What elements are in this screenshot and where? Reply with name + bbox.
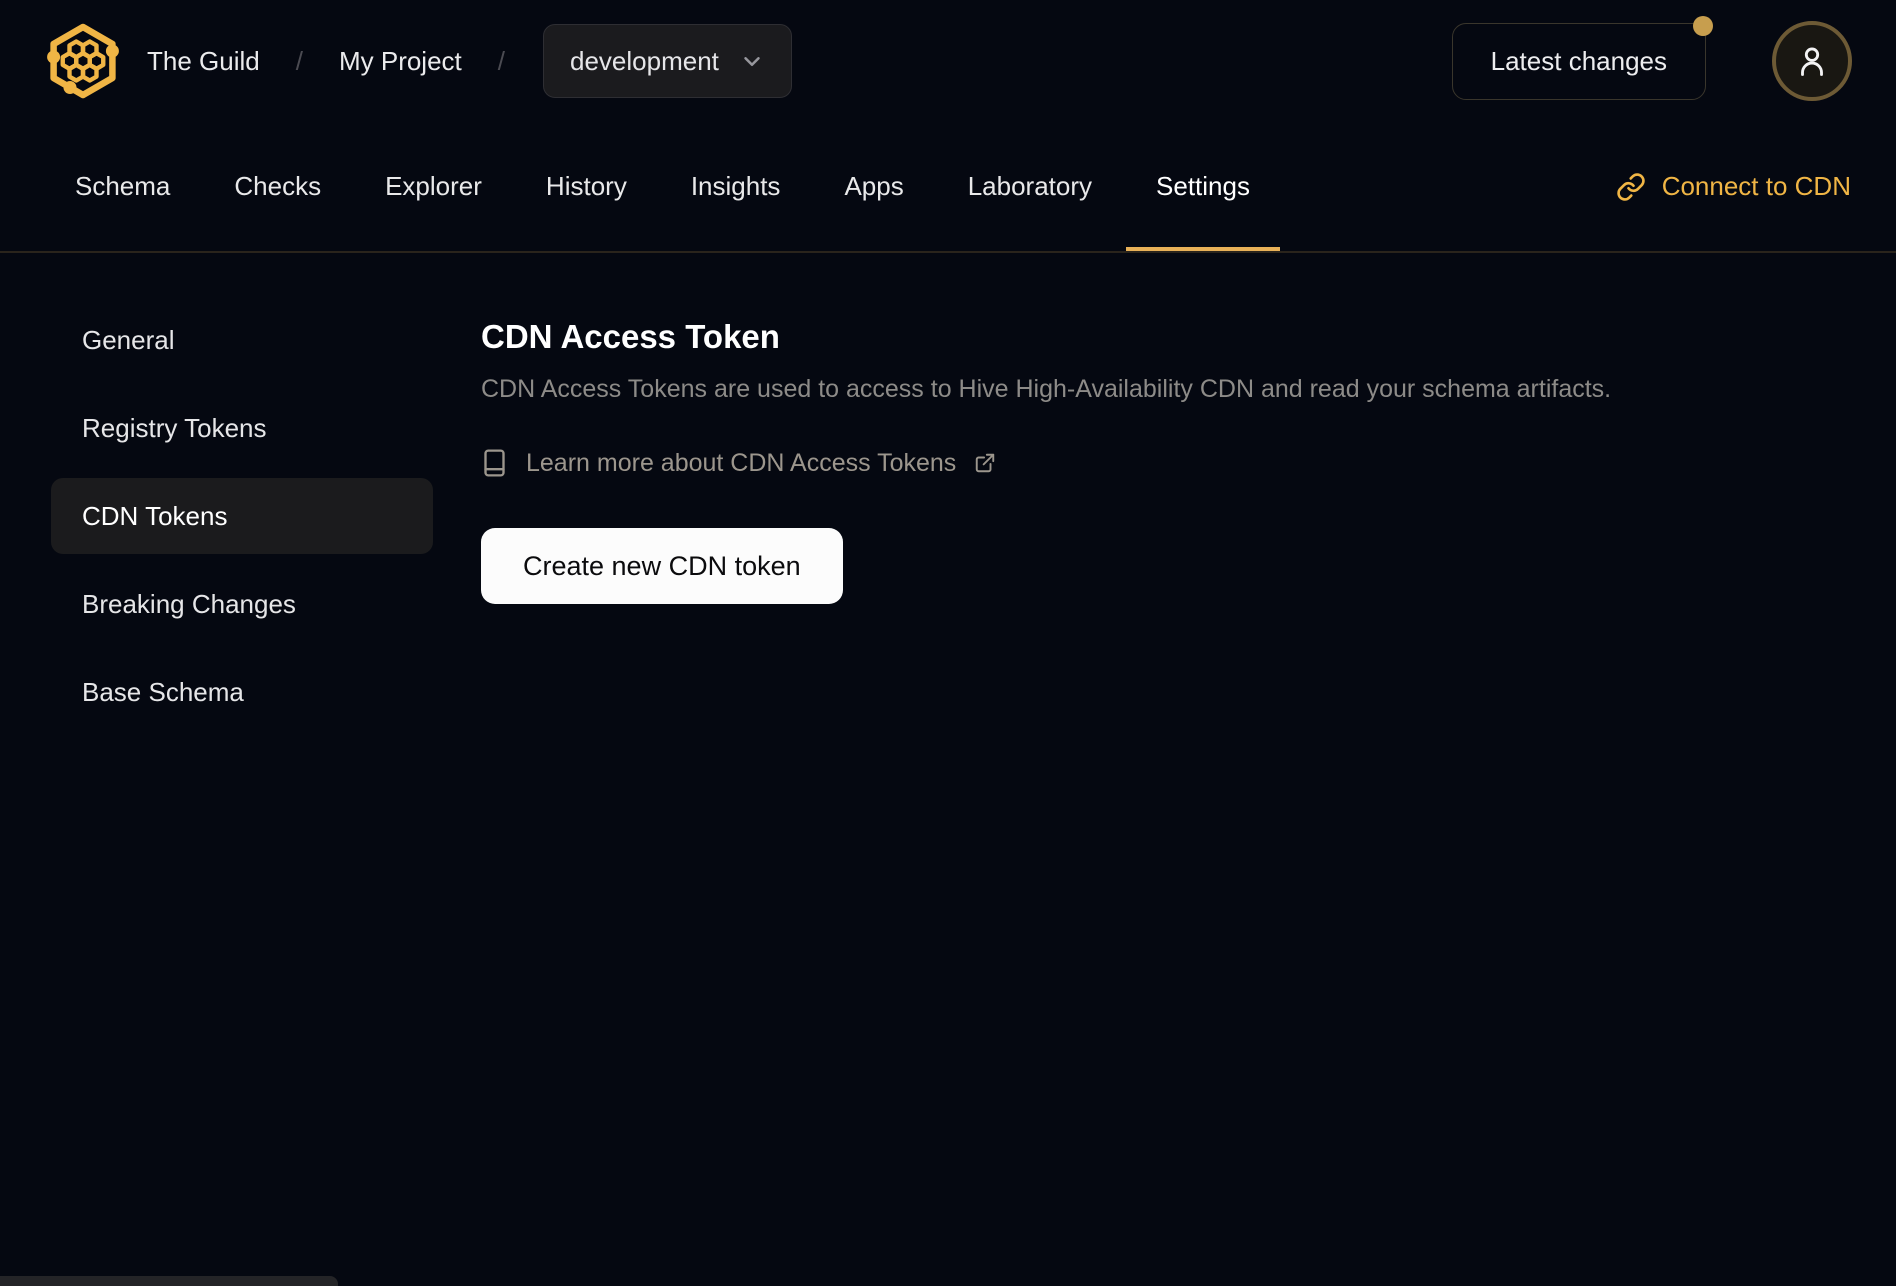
sidebar-item-breaking-changes[interactable]: Breaking Changes [51, 566, 433, 642]
bottom-overlay-bar [0, 1276, 338, 1286]
tab-insights[interactable]: Insights [661, 122, 811, 251]
sidebar-item-general[interactable]: General [51, 302, 433, 378]
learn-more-label: Learn more about CDN Access Tokens [526, 448, 957, 477]
page-description: CDN Access Tokens are used to access to … [481, 375, 1612, 403]
sidebar-item-registry-tokens[interactable]: Registry Tokens [51, 390, 433, 466]
app-root: The Guild / My Project / development Lat… [0, 0, 1896, 1286]
settings-sidebar: General Registry Tokens CDN Tokens Break… [0, 253, 436, 730]
breadcrumb-project[interactable]: My Project [339, 46, 462, 77]
sidebar-item-base-schema[interactable]: Base Schema [51, 654, 433, 730]
guild-logo-icon[interactable] [45, 23, 121, 99]
tab-list: Schema Checks Explorer History Insights … [45, 122, 1280, 251]
create-cdn-token-button[interactable]: Create new CDN token [481, 528, 843, 604]
notification-dot-icon [1693, 15, 1713, 36]
breadcrumb-separator: / [295, 45, 303, 76]
tab-schema[interactable]: Schema [45, 122, 200, 251]
main-content: CDN Access Token CDN Access Tokens are u… [436, 253, 1896, 730]
user-menu-button[interactable] [1772, 21, 1852, 101]
page-title: CDN Access Token [481, 318, 780, 355]
tab-apps[interactable]: Apps [814, 122, 933, 251]
breadcrumb-organization[interactable]: The Guild [147, 46, 260, 77]
topbar: The Guild / My Project / development Lat… [0, 0, 1896, 122]
tab-laboratory[interactable]: Laboratory [938, 122, 1122, 251]
chevron-down-icon [739, 48, 765, 74]
external-link-icon [974, 452, 996, 474]
page-body: General Registry Tokens CDN Tokens Break… [0, 253, 1896, 730]
target-selector[interactable]: development [543, 24, 792, 98]
connect-to-cdn-label: Connect to CDN [1661, 171, 1851, 201]
breadcrumb: The Guild / My Project / [147, 46, 505, 77]
user-icon [1793, 42, 1831, 80]
latest-changes-label: Latest changes [1490, 45, 1667, 76]
link-chain-icon [1616, 172, 1646, 202]
learn-more-link[interactable]: Learn more about CDN Access Tokens [481, 447, 996, 479]
tab-history[interactable]: History [516, 122, 657, 251]
tabbar: Schema Checks Explorer History Insights … [0, 122, 1896, 253]
target-selector-value: development [570, 45, 719, 76]
tab-settings[interactable]: Settings [1126, 122, 1280, 251]
latest-changes-button[interactable]: Latest changes [1451, 15, 1713, 100]
breadcrumb-separator: / [497, 45, 506, 76]
sidebar-item-cdn-tokens[interactable]: CDN Tokens [51, 478, 433, 554]
tab-checks[interactable]: Checks [204, 122, 351, 251]
connect-to-cdn-link[interactable]: Connect to CDN [1616, 122, 1851, 251]
book-icon [481, 447, 508, 479]
tab-explorer[interactable]: Explorer [355, 122, 512, 251]
